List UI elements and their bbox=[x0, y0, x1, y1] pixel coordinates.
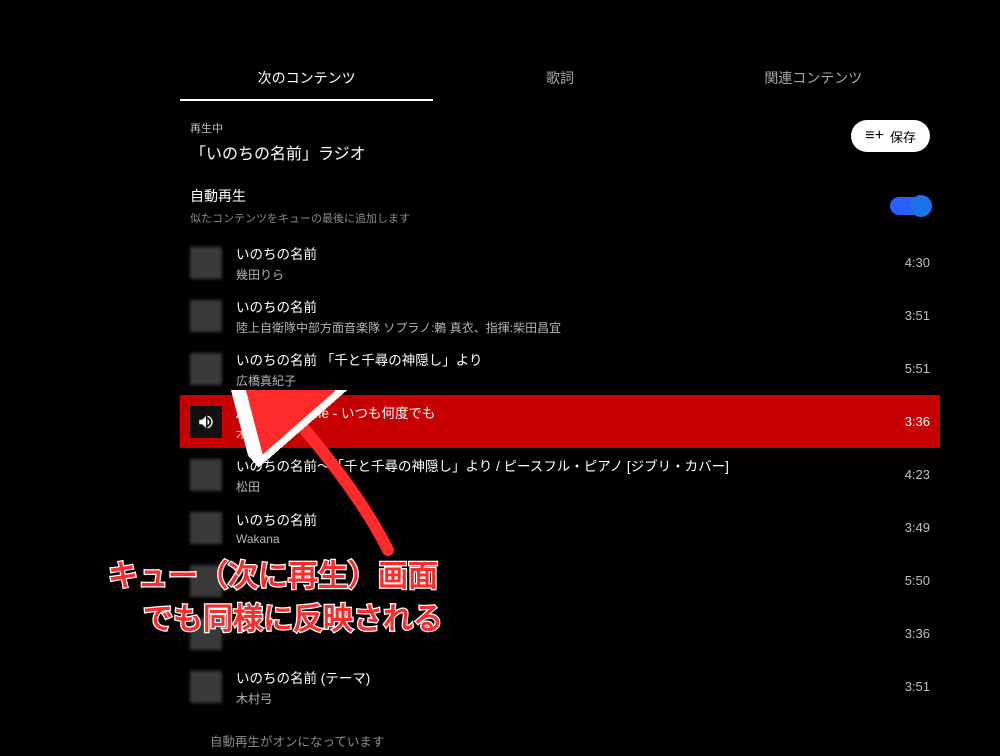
now-playing-title: 「いのちの名前」ラジオ bbox=[190, 140, 366, 164]
tab-lyrics[interactable]: 歌詞 bbox=[433, 58, 686, 101]
track-meta: いのちの名前～「千と千尋の神隠し」より / ピースフル・ピアノ [ジブリ・カバー… bbox=[222, 455, 895, 495]
track-title: いのちの名前 「千と千尋の神隠し」より bbox=[236, 349, 895, 369]
track-thumbnail bbox=[190, 459, 222, 491]
track-title: Always with Me - いつも何度でも bbox=[236, 402, 895, 422]
track-artist: 陸上自衛隊中部方面音楽隊 ソプラノ:鶫 真衣、指揮:柴田昌宜 bbox=[236, 319, 895, 336]
track-thumbnail bbox=[190, 618, 222, 650]
track-duration: 3:36 bbox=[895, 626, 930, 641]
track-thumbnail bbox=[190, 671, 222, 703]
track-artist: 広橋真紀子 bbox=[236, 372, 895, 389]
track-list: いのちの名前幾田りら4:30いのちの名前陸上自衛隊中部方面音楽隊 ソプラノ:鶫 … bbox=[180, 236, 940, 713]
track-row[interactable]: いのちの名前幾田りら4:30 bbox=[180, 236, 940, 289]
track-meta: いのちの名前 Wakana bbox=[222, 509, 895, 546]
track-thumbnail bbox=[190, 353, 222, 385]
track-title: いのちの名前 bbox=[236, 509, 895, 529]
track-duration: 3:51 bbox=[895, 679, 930, 694]
track-meta: いのちの名前幾田りら bbox=[222, 243, 895, 283]
track-row[interactable]: いのちの名前陸上自衛隊中部方面音楽隊 ソプラノ:鶫 真衣、指揮:柴田昌宜3:51 bbox=[180, 289, 940, 342]
track-meta bbox=[222, 632, 895, 635]
track-duration: 4:30 bbox=[895, 255, 930, 270]
track-row[interactable]: Always with Me - いつも何度でも木村弓3:36 bbox=[180, 395, 940, 448]
tab-upnext[interactable]: 次のコンテンツ bbox=[180, 58, 433, 101]
track-thumbnail bbox=[190, 247, 222, 279]
playlist-add-icon: ≡+ bbox=[865, 128, 884, 144]
track-thumbnail bbox=[190, 512, 222, 544]
track-row[interactable]: いのちの名前 Wakana3:49 bbox=[180, 501, 940, 554]
track-artist: Wakana bbox=[236, 532, 895, 546]
track-duration: 3:36 bbox=[895, 414, 930, 429]
save-button-label: 保存 bbox=[890, 127, 916, 146]
track-artist: 木村弓 bbox=[236, 690, 895, 707]
autoplay-row: 自動再生 似たコンテンツをキューの最後に追加します bbox=[180, 164, 940, 226]
track-duration: 5:50 bbox=[895, 573, 930, 588]
track-row[interactable]: 5:50 bbox=[180, 554, 940, 607]
track-duration: 5:51 bbox=[895, 361, 930, 376]
track-meta: Always with Me - いつも何度でも木村弓 bbox=[222, 402, 895, 442]
track-meta bbox=[222, 579, 895, 582]
track-duration: 3:51 bbox=[895, 308, 930, 323]
track-duration: 4:23 bbox=[895, 467, 930, 482]
track-row[interactable]: いのちの名前～「千と千尋の神隠し」より / ピースフル・ピアノ [ジブリ・カバー… bbox=[180, 448, 940, 501]
track-artist: 松田 bbox=[236, 478, 895, 495]
track-meta: いのちの名前 「千と千尋の神隠し」より広橋真紀子 bbox=[222, 349, 895, 389]
autoplay-title: 自動再生 bbox=[190, 186, 410, 206]
track-title: いのちの名前 (テーマ) bbox=[236, 667, 895, 687]
track-title: いのちの名前 bbox=[236, 243, 895, 263]
track-artist: 幾田りら bbox=[236, 266, 895, 283]
track-meta: いのちの名前 (テーマ) 木村弓 bbox=[222, 667, 895, 707]
track-title: いのちの名前～「千と千尋の神隠し」より / ピースフル・ピアノ [ジブリ・カバー… bbox=[236, 455, 895, 475]
save-button[interactable]: ≡+ 保存 bbox=[851, 120, 930, 152]
track-row[interactable]: いのちの名前 (テーマ) 木村弓3:51 bbox=[180, 660, 940, 713]
autoplay-subtitle: 似たコンテンツをキューの最後に追加します bbox=[190, 210, 410, 226]
track-duration: 3:49 bbox=[895, 520, 930, 535]
track-thumbnail bbox=[190, 565, 222, 597]
queue-panel: 次のコンテンツ 歌詞 関連コンテンツ 再生中 「いのちの名前」ラジオ ≡+ 保存… bbox=[180, 0, 940, 750]
now-playing-label: 再生中 bbox=[190, 120, 366, 136]
tab-related[interactable]: 関連コンテンツ bbox=[687, 58, 940, 101]
track-row[interactable]: いのちの名前 「千と千尋の神隠し」より広橋真紀子5:51 bbox=[180, 342, 940, 395]
now-playing-header: 再生中 「いのちの名前」ラジオ ≡+ 保存 bbox=[180, 102, 940, 164]
speaker-icon bbox=[190, 406, 222, 438]
tab-bar: 次のコンテンツ 歌詞 関連コンテンツ bbox=[180, 58, 940, 102]
autoplay-on-message: 自動再生がオンになっています bbox=[180, 713, 940, 750]
track-artist: 木村弓 bbox=[236, 425, 895, 442]
track-thumbnail bbox=[190, 300, 222, 332]
track-row[interactable]: 3:36 bbox=[180, 607, 940, 660]
track-title: いのちの名前 bbox=[236, 296, 895, 316]
autoplay-toggle[interactable] bbox=[890, 197, 930, 215]
track-meta: いのちの名前陸上自衛隊中部方面音楽隊 ソプラノ:鶫 真衣、指揮:柴田昌宜 bbox=[222, 296, 895, 336]
